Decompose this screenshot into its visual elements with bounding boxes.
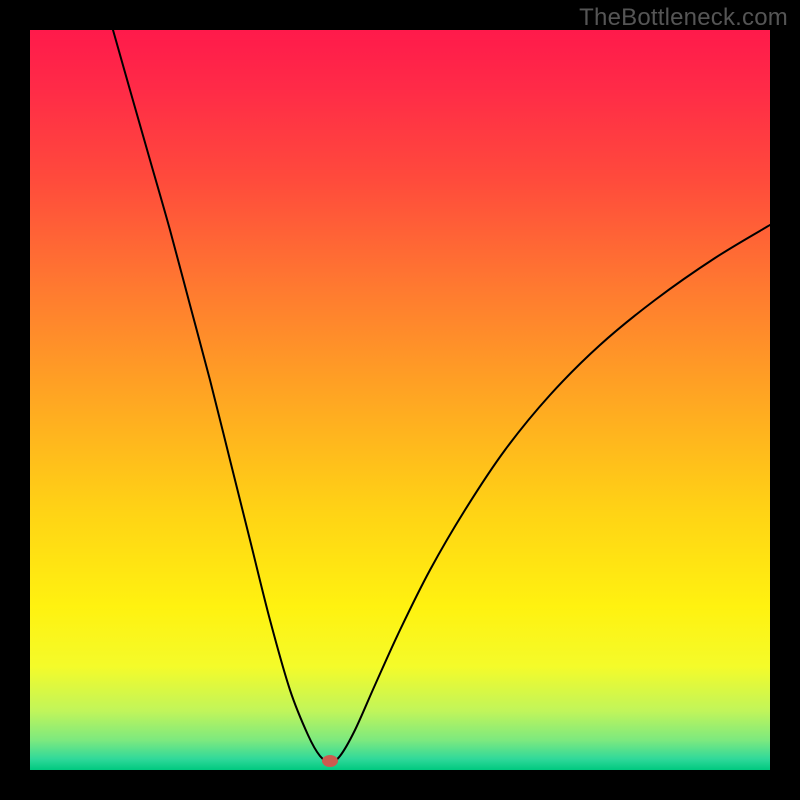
chart-plot-area xyxy=(30,30,770,770)
app-frame: TheBottleneck.com xyxy=(0,0,800,800)
bottleneck-chart-svg xyxy=(30,30,770,770)
optimal-point-marker xyxy=(322,755,338,767)
watermark-text: TheBottleneck.com xyxy=(579,4,788,32)
gradient-background xyxy=(30,30,770,770)
